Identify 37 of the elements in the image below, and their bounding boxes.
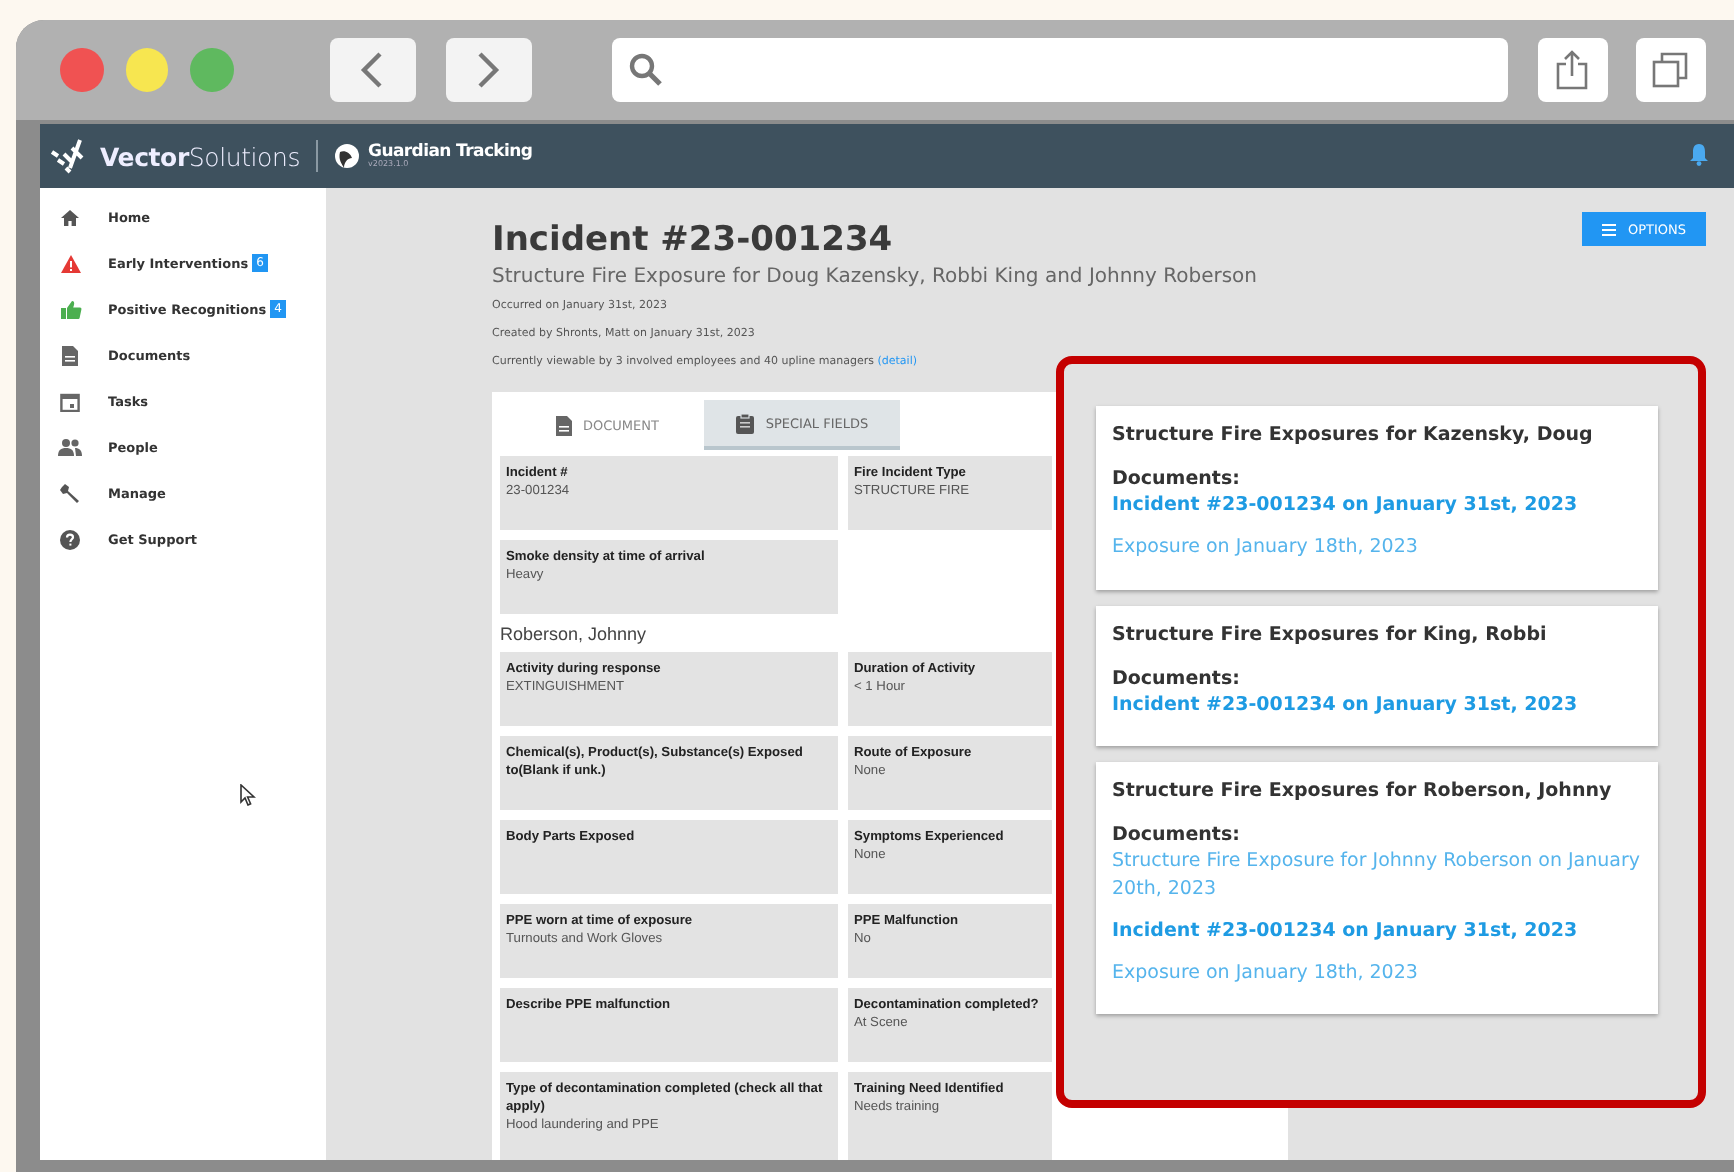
clipboard-icon (735, 413, 754, 433)
tabs-button[interactable] (1635, 38, 1707, 102)
calendar-icon (60, 391, 80, 411)
people-icon (58, 438, 82, 456)
section-heading: Roberson, Johnny (500, 624, 647, 648)
search-icon (627, 52, 664, 88)
menu-icon (1601, 223, 1616, 235)
document-link[interactable]: Incident #23-001234 on January 31st, 2023 (1112, 917, 1642, 946)
shield-icon (334, 142, 361, 170)
card-title: Structure Fire Exposures for Kazensky, Doug (1112, 424, 1595, 446)
document-icon (62, 345, 78, 365)
documents-label: Documents: (1112, 468, 1242, 490)
document-icon (555, 415, 572, 435)
mouse-pointer-icon (240, 784, 256, 806)
document-link[interactable]: Incident #23-001234 on January 31st, 2023 (1112, 691, 1642, 719)
wrench-icon (60, 483, 80, 503)
documents-label: Documents: (1112, 824, 1242, 847)
incident-subtitle: Structure Fire Exposure for Doug Kazensky, Robbi King and Johnny Roberson (492, 266, 1258, 288)
product-name: Guardian Tracking (368, 143, 533, 161)
bell-icon[interactable] (1688, 142, 1710, 166)
home-icon (60, 207, 80, 227)
document-link[interactable]: Incident #23-001234 on January 31st, 2023 (1112, 492, 1642, 520)
card-title: Structure Fire Exposures for Roberson, Johnny (1112, 780, 1614, 803)
back-chevron-icon (360, 50, 385, 90)
forward-button[interactable] (445, 38, 532, 102)
warning-icon (59, 253, 81, 273)
share-button[interactable] (1537, 38, 1608, 102)
card-title: Structure Fire Exposures for King, Robbi (1112, 623, 1549, 646)
help-icon (60, 529, 80, 549)
forward-chevron-icon (476, 50, 501, 90)
share-icon (1556, 50, 1589, 90)
thumbs-up-icon (59, 299, 81, 319)
brand-name: VectorSolutions (100, 141, 301, 171)
back-button[interactable] (329, 38, 416, 102)
tabs-icon (1652, 52, 1689, 88)
incident-title: Incident #23-001234 (492, 220, 895, 260)
documents-label: Documents: (1112, 667, 1242, 690)
